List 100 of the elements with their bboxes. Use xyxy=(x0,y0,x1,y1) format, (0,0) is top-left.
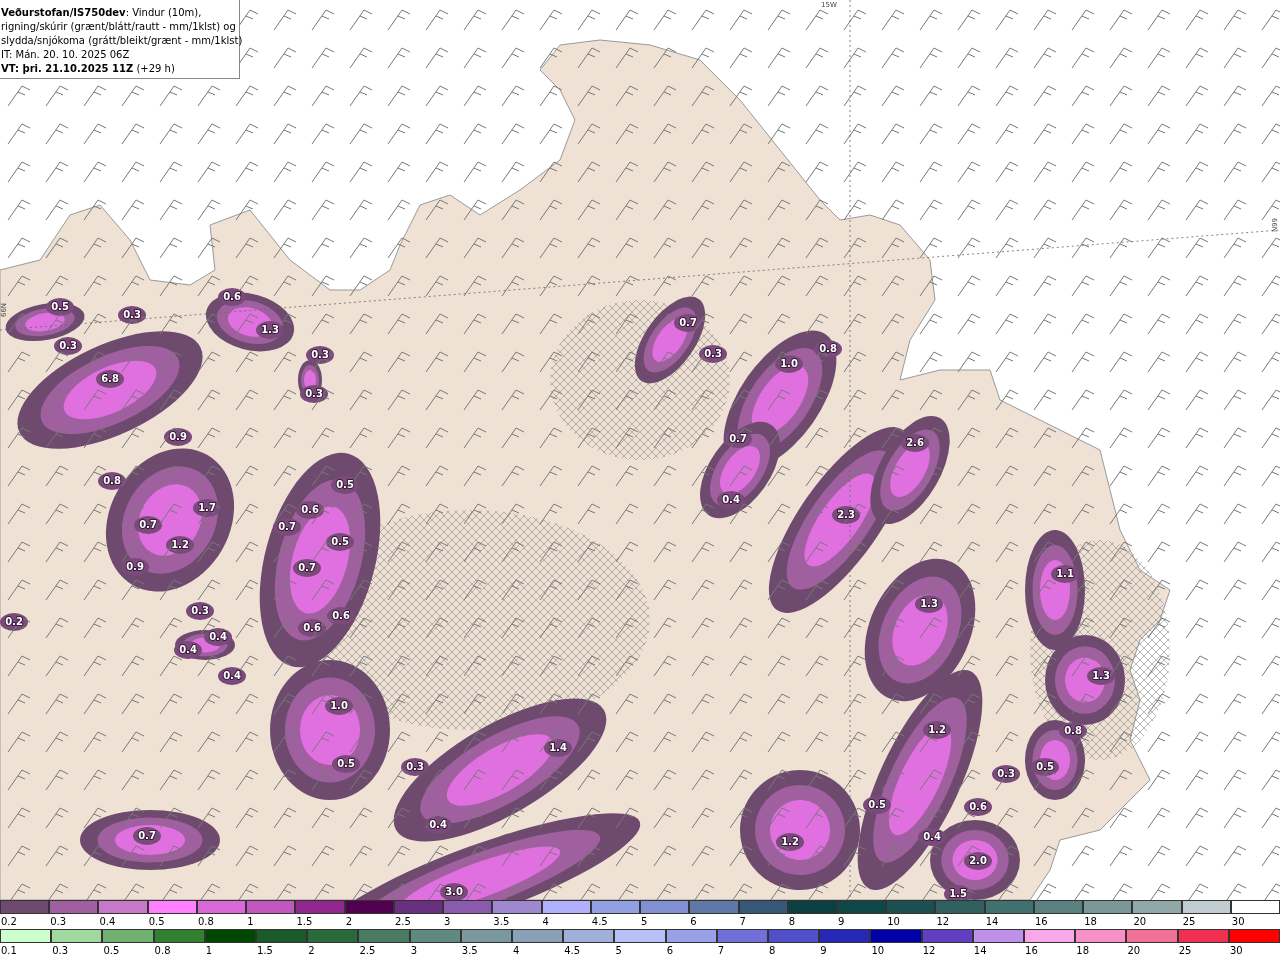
legend-label: 30 xyxy=(1230,915,1245,929)
info-text: Veðurstofan/IS750dev: Vindur (10m), xyxy=(1,6,203,20)
precipitation-value: 0.5 xyxy=(868,799,886,810)
legend-label: 3.5 xyxy=(460,944,478,958)
legend-label: 18 xyxy=(1083,915,1097,929)
precipitation-value: 1.3 xyxy=(920,598,938,609)
legend-label: 7 xyxy=(716,944,725,958)
precipitation-value: 6.8 xyxy=(101,373,119,384)
precipitation-value: 0.8 xyxy=(819,343,837,354)
legend-label: 2 xyxy=(307,944,315,958)
precipitation-value: 1.1 xyxy=(1056,568,1074,579)
precipitation-value: 1.0 xyxy=(780,358,798,369)
legend-label: 1 xyxy=(246,915,254,929)
legend-label: 25 xyxy=(1177,944,1192,958)
precipitation-value: 0.6 xyxy=(301,504,319,515)
precipitation-value: 0.4 xyxy=(209,631,227,642)
precipitation-value: 0.6 xyxy=(969,801,987,812)
legend-label: 12 xyxy=(921,944,936,958)
precipitation-value: 0.7 xyxy=(138,830,156,841)
precipitation-value: 0.5 xyxy=(331,536,349,547)
precipitation-value: 0.3 xyxy=(59,340,77,351)
legend-label: 10 xyxy=(870,944,885,958)
legend-label: 14 xyxy=(972,944,987,958)
legend-label: 18 xyxy=(1075,944,1089,958)
precipitation-value: 0.3 xyxy=(311,349,329,360)
precipitation-value: 1.3 xyxy=(261,324,279,335)
legend-label: 20 xyxy=(1132,915,1147,929)
legend-label: 16 xyxy=(1033,915,1048,929)
precipitation-value: 0.9 xyxy=(126,561,144,572)
legend-label: 0.8 xyxy=(196,915,214,929)
legend-label: 3 xyxy=(443,915,451,929)
precipitation-value: 0.4 xyxy=(223,670,241,681)
info-text: VT: þri. 21.10.2025 11Z (+29 h) xyxy=(1,62,176,76)
precipitation-value: 1.7 xyxy=(198,502,216,513)
legend-label: 0.4 xyxy=(98,915,116,929)
legend-label: 0.5 xyxy=(147,915,165,929)
legend-label: 20 xyxy=(1126,944,1141,958)
precipitation-value: 0.5 xyxy=(51,301,69,312)
precipitation-value: 0.4 xyxy=(923,831,941,842)
legend-label: 0.1 xyxy=(0,944,17,958)
precipitation-value: 0.2 xyxy=(5,616,23,627)
legend-label: 4 xyxy=(541,915,549,929)
precipitation-value: 0.4 xyxy=(179,644,197,655)
precipitation-value: 0.5 xyxy=(337,758,355,769)
precipitation-value: 0.8 xyxy=(103,475,121,486)
precipitation-value: 2.6 xyxy=(906,437,924,448)
precipitation-value: 1.0 xyxy=(330,700,348,711)
legend-label: 10 xyxy=(886,915,900,929)
legend-label: 0.3 xyxy=(49,915,67,929)
legend-label: 14 xyxy=(984,915,999,929)
precipitation-value: 1.3 xyxy=(1092,670,1110,681)
legend-label: 0.3 xyxy=(51,944,69,958)
legend-label: 4.5 xyxy=(563,944,581,958)
precipitation-value: 1.5 xyxy=(949,888,967,899)
legend-label: 6 xyxy=(689,915,697,929)
legend-label: 8 xyxy=(768,944,776,958)
legend-label: 0.5 xyxy=(102,944,120,958)
legend-label: 25 xyxy=(1181,915,1196,929)
precipitation-value: 1.2 xyxy=(171,539,189,550)
precipitation-value: 0.7 xyxy=(298,562,316,573)
precipitation-value: 0.7 xyxy=(729,433,747,444)
precipitation-value: 3.0 xyxy=(445,886,463,897)
precipitation-value: 0.3 xyxy=(191,605,209,616)
legend-label: 1.5 xyxy=(295,915,313,929)
precipitation-value: 2.0 xyxy=(969,855,987,866)
precipitation-value: 0.6 xyxy=(332,610,350,621)
legend-label: 3 xyxy=(409,944,417,958)
legend-label: 7 xyxy=(738,915,746,929)
precipitation-value: 0.9 xyxy=(169,431,187,442)
precipitation-value: 0.3 xyxy=(406,761,424,772)
legend-label: 1.5 xyxy=(256,944,273,958)
legend-label: 3.5 xyxy=(492,915,510,929)
legend-label: 16 xyxy=(1024,944,1038,958)
precipitation-value: 0.8 xyxy=(1064,725,1082,736)
legend-label: 0.2 xyxy=(0,915,17,929)
legend-label: 5 xyxy=(640,915,648,929)
precipitation-value: 0.3 xyxy=(123,309,141,320)
precipitation-value: 0.6 xyxy=(303,622,321,633)
legend-label: 2.5 xyxy=(393,915,411,929)
info-text: IT: Mán. 20. 10. 2025 06Z xyxy=(1,48,131,62)
precipitation-value: 0.4 xyxy=(722,494,740,505)
precipitation-value: 0.7 xyxy=(278,521,296,532)
precipitation-value: 0.4 xyxy=(429,819,447,830)
precipitation-value: 0.3 xyxy=(704,348,722,359)
legend-label: 2.5 xyxy=(358,944,376,958)
precipitation-value: 0.7 xyxy=(679,317,697,328)
legend-label: 9 xyxy=(819,944,827,958)
precipitation-value: 0.5 xyxy=(1036,761,1054,772)
precipitation-value: 0.7 xyxy=(139,519,157,530)
precipitation-value: 1.2 xyxy=(781,836,799,847)
precipitation-value: 0.3 xyxy=(997,768,1015,779)
legend-label: 12 xyxy=(935,915,950,929)
legend-label: 4 xyxy=(512,944,520,958)
info-text: rigning/skúrir (grænt/blátt/rautt - mm/1klst) og xyxy=(1,20,237,34)
legend-label: 4.5 xyxy=(590,915,608,929)
precipitation-value: 0.6 xyxy=(223,291,241,302)
precipitation-value: 1.2 xyxy=(928,724,946,735)
legend-label: 2 xyxy=(344,915,352,929)
legend-label: 6 xyxy=(665,944,673,958)
legend-label: 30 xyxy=(1228,944,1243,958)
